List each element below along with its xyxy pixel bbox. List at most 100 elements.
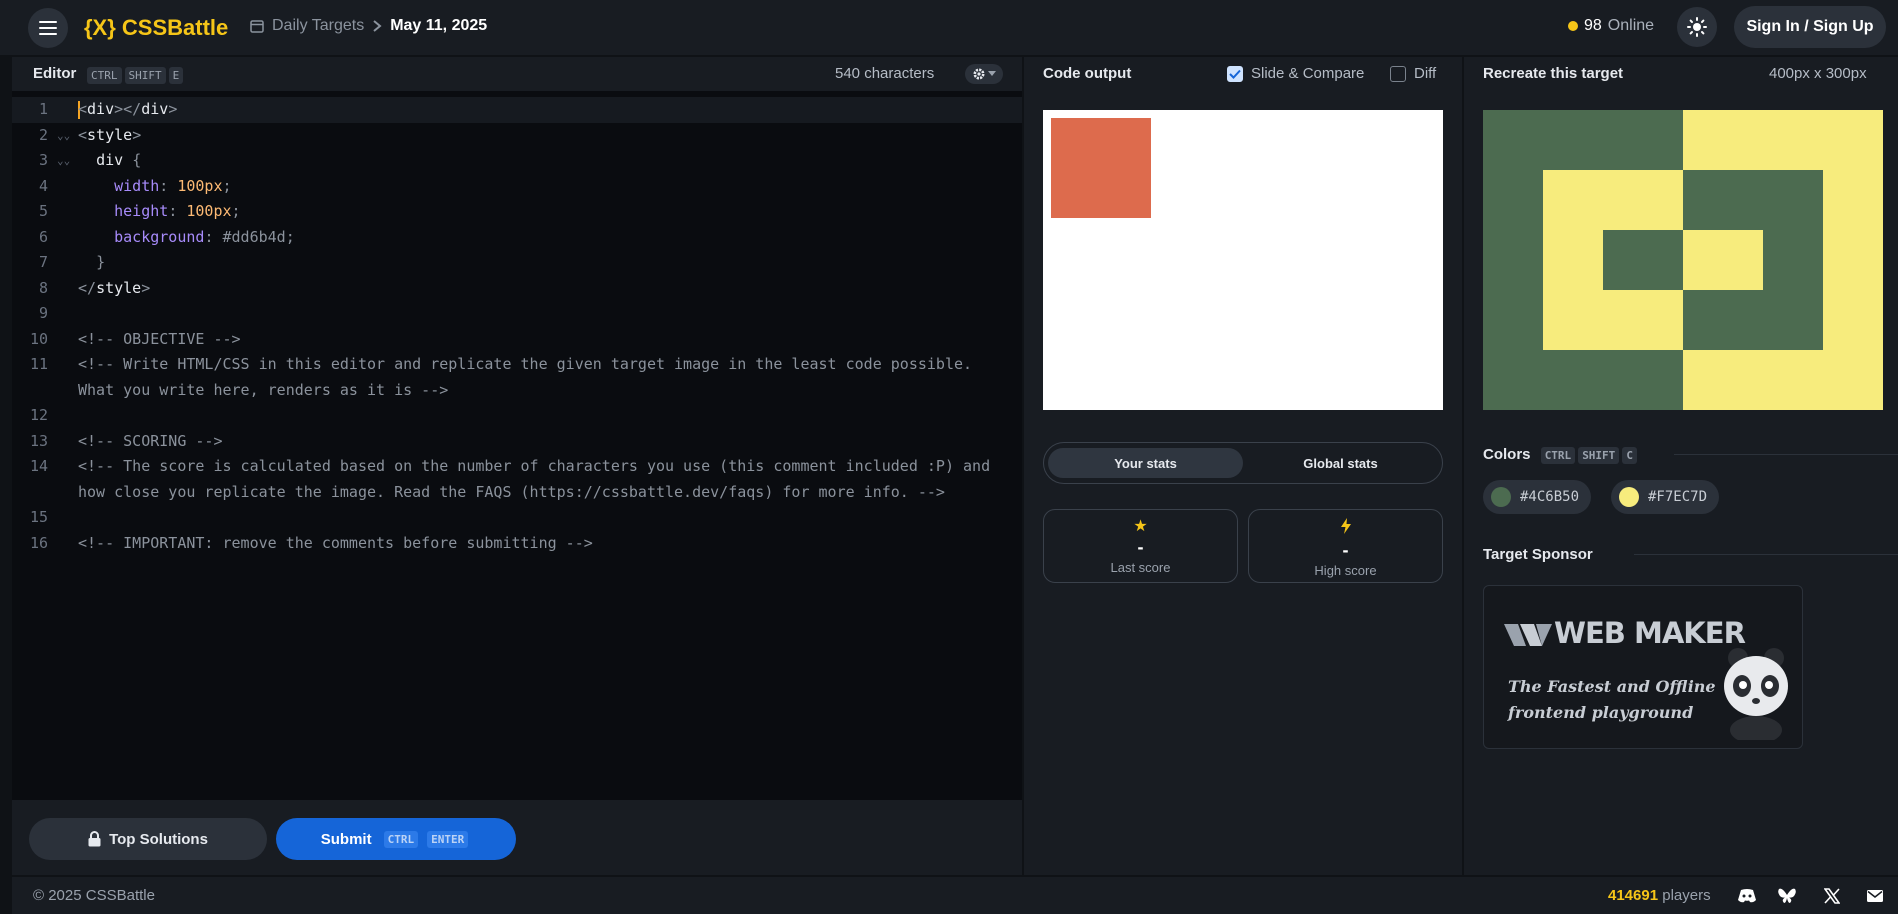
line-number: 7 xyxy=(38,253,48,271)
output-title: Code output xyxy=(1043,65,1132,82)
code-line[interactable]: 5 height: 100px; xyxy=(12,199,1022,225)
slide-compare-label: Slide & Compare xyxy=(1251,65,1365,82)
shortcut-key: CTRL xyxy=(1540,447,1576,464)
lightning-icon xyxy=(1249,518,1442,539)
code-line[interactable]: 13 <!-- SCORING --> xyxy=(12,429,1022,455)
color-chip-green[interactable]: #4C6B50 xyxy=(1483,480,1592,514)
slide-compare-checkbox[interactable]: Slide & Compare xyxy=(1227,65,1364,82)
hamburger-icon xyxy=(39,21,57,35)
editor-settings-button[interactable] xyxy=(965,64,1003,84)
caret-down-icon xyxy=(988,71,996,76)
diff-checkbox[interactable]: Diff xyxy=(1390,65,1436,82)
line-number: 9 xyxy=(38,304,48,322)
code-line[interactable]: 10 <!-- OBJECTIVE --> xyxy=(12,327,1022,353)
sponsor-banner[interactable]: WEB MAKER The Fastest and Offline fronte… xyxy=(1483,585,1803,749)
mail-icon[interactable] xyxy=(1865,886,1885,906)
menu-button[interactable] xyxy=(28,8,68,48)
line-content: <!-- The score is calculated based on th… xyxy=(78,457,1000,501)
top-bar: {X} CSSBattle Daily Targets May 11, 2025… xyxy=(0,0,1898,55)
colors-title: Colors CTRL SHIFT C xyxy=(1483,446,1640,464)
players-count: 414691 players xyxy=(1608,887,1711,904)
divider xyxy=(1634,554,1898,555)
code-line[interactable]: 11 <!-- Write HTML/CSS in this editor and… xyxy=(12,352,1022,403)
code-line[interactable]: 2 ⌄⌄ <style> xyxy=(12,123,1022,149)
top-solutions-button[interactable]: Top Solutions xyxy=(29,818,267,860)
code-editor[interactable]: 1 <div></div> 2 ⌄⌄ <style> 3 ⌄⌄ div { 4 widt… xyxy=(12,97,1022,556)
shortcut-key: CTRL xyxy=(383,830,419,848)
code-line[interactable]: 15 xyxy=(12,505,1022,531)
calendar-icon xyxy=(250,20,264,33)
code-line[interactable]: 12 xyxy=(12,403,1022,429)
online-dot-icon xyxy=(1568,21,1578,31)
high-score-label: High score xyxy=(1314,563,1377,578)
line-content: </style> xyxy=(78,278,151,297)
high-score-card: - High score xyxy=(1248,509,1443,583)
discord-icon[interactable] xyxy=(1737,886,1757,906)
checkbox-checked-icon xyxy=(1227,65,1243,82)
star-icon: ★ xyxy=(1133,518,1148,535)
breadcrumb-daily-targets[interactable]: Daily Targets xyxy=(272,17,364,35)
online-label: Online xyxy=(1607,17,1655,34)
line-number: 14 xyxy=(29,457,48,475)
code-line[interactable]: 1 <div></div> xyxy=(12,97,1022,123)
code-line[interactable]: 3 ⌄⌄ div { xyxy=(12,148,1022,174)
fold-arrow-icon[interactable]: ⌄⌄ xyxy=(48,148,78,174)
code-line[interactable]: 14 <!-- The score is calculated based on … xyxy=(12,454,1022,505)
bluesky-icon[interactable] xyxy=(1777,886,1797,906)
line-number: 16 xyxy=(29,533,48,552)
target-image[interactable] xyxy=(1483,110,1883,410)
sponsor-name: WEB MAKER xyxy=(1554,616,1746,650)
color-chip-yellow[interactable]: #F7EC7D xyxy=(1611,480,1720,514)
webmaker-logo: WEB MAKER xyxy=(1504,616,1746,650)
tab-your-stats[interactable]: Your stats xyxy=(1048,448,1243,478)
line-content: <!-- OBJECTIVE --> xyxy=(78,329,241,348)
players-number: 414691 xyxy=(1608,887,1659,904)
x-icon[interactable] xyxy=(1822,886,1842,906)
line-number: 1 xyxy=(38,100,48,118)
high-score-value: - xyxy=(1342,540,1349,560)
code-line[interactable]: 9 xyxy=(12,301,1022,327)
code-line[interactable]: 16 <!-- IMPORTANT: remove the comments be… xyxy=(12,531,1022,557)
theme-toggle-button[interactable] xyxy=(1677,7,1717,47)
line-content: div { xyxy=(96,151,142,169)
colors-label: Colors xyxy=(1483,446,1531,463)
copyright: © 2025 CSSBattle xyxy=(33,887,155,904)
line-number: 2 xyxy=(38,125,48,144)
cssbattle-logo[interactable]: {X} CSSBattle xyxy=(84,15,228,41)
editor-shortcut: CTRL SHIFT E xyxy=(87,66,186,84)
checkbox-unchecked-icon xyxy=(1390,65,1406,82)
shortcut-key: CTRL xyxy=(87,67,122,84)
line-content: height: 100px; xyxy=(114,202,241,220)
output-canvas[interactable] xyxy=(1043,110,1443,410)
fold-arrow-icon[interactable]: ⌄⌄ xyxy=(48,123,78,149)
editor-title: Editor xyxy=(33,65,77,82)
line-number: 8 xyxy=(38,278,48,297)
last-score-label: Last score xyxy=(1110,560,1171,575)
tab-global-stats[interactable]: Global stats xyxy=(1243,448,1438,478)
footer: © 2025 CSSBattle 414691 players xyxy=(12,877,1898,914)
line-content: width: 100px; xyxy=(114,176,232,195)
submit-label: Submit xyxy=(320,830,372,848)
shortcut-key: ENTER xyxy=(427,830,469,848)
players-label: players xyxy=(1662,887,1711,904)
diff-label: Diff xyxy=(1414,65,1437,82)
line-number: 3 xyxy=(38,151,48,169)
signin-button[interactable]: Sign In / Sign Up xyxy=(1734,6,1886,48)
code-line[interactable]: 8 </style> xyxy=(12,276,1022,302)
chevron-right-icon xyxy=(373,20,382,32)
code-line[interactable]: 4 width: 100px; xyxy=(12,174,1022,200)
code-line[interactable]: 7 } xyxy=(12,250,1022,276)
code-line[interactable]: 6 background: #dd6b4d; xyxy=(12,225,1022,251)
line-content: <div></div> xyxy=(78,100,178,119)
gear-icon xyxy=(973,68,985,80)
target-dimensions: 400px x 300px xyxy=(1769,65,1867,82)
color-swatch xyxy=(1619,487,1639,507)
color-hex: #F7EC7D xyxy=(1648,489,1708,505)
line-number: 12 xyxy=(29,406,48,424)
character-count: 540 characters xyxy=(835,65,935,82)
line-content: <!-- IMPORTANT: remove the comments befo… xyxy=(78,533,593,552)
line-content: background: #dd6b4d; xyxy=(114,227,295,246)
submit-button[interactable]: Submit CTRL ENTER xyxy=(276,818,516,860)
sponsor-tagline: The Fastest and Offline frontend playgro… xyxy=(1508,677,1716,722)
line-number: 11 xyxy=(29,355,48,373)
